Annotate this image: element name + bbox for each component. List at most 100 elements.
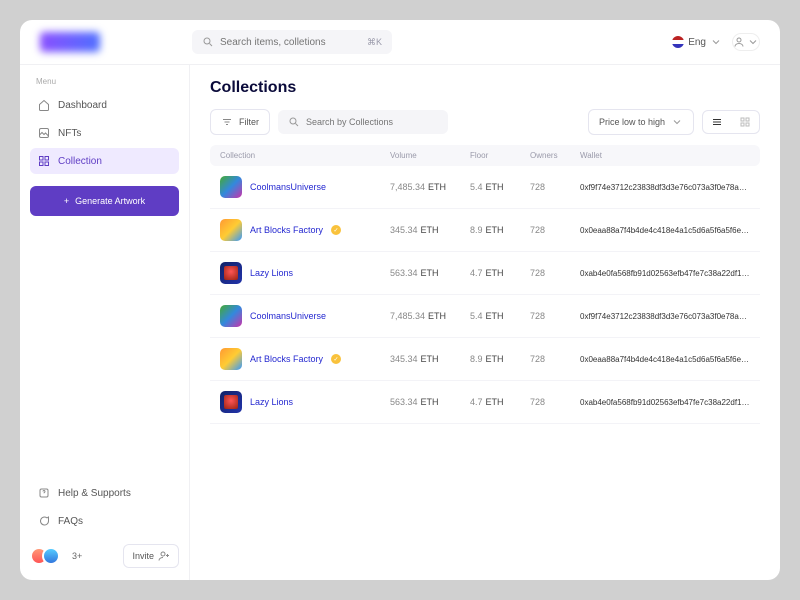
sidebar-item-collection[interactable]: Collection bbox=[30, 148, 179, 174]
table-row[interactable]: Lazy Lions 563.34ETH 4.7ETH 728 0xab4e0f… bbox=[210, 252, 760, 295]
grid-icon bbox=[38, 155, 50, 167]
sidebar-item-nfts[interactable]: NFTs bbox=[30, 120, 179, 146]
collections-table: Collection Volume Floor Owners Wallet Co… bbox=[210, 145, 760, 424]
collection-thumb bbox=[220, 176, 242, 198]
floor-cell: 8.9ETH bbox=[470, 354, 530, 364]
col-floor: Floor bbox=[470, 151, 530, 160]
wallet-cell: 0x0eaa88a7f4b4de4c418e4a1c5d6a5f6a5f6e5b… bbox=[580, 355, 750, 364]
flag-icon bbox=[672, 36, 684, 48]
list-view-button[interactable] bbox=[703, 111, 731, 133]
volume-cell: 345.34ETH bbox=[390, 225, 470, 235]
col-collection: Collection bbox=[220, 151, 390, 160]
collection-cell: CoolmansUniverse bbox=[220, 305, 390, 327]
global-search-input[interactable] bbox=[220, 37, 361, 48]
collection-name[interactable]: CoolmansUniverse bbox=[250, 311, 326, 321]
plus-icon: + bbox=[64, 196, 69, 206]
chevron-down-icon bbox=[710, 36, 722, 48]
page-title: Collections bbox=[210, 79, 760, 97]
floor-cell: 5.4ETH bbox=[470, 182, 530, 192]
home-icon bbox=[38, 99, 50, 111]
chat-icon bbox=[38, 515, 50, 527]
wallet-cell: 0xab4e0fa568fb91d02563efb47fe7c38a22df15… bbox=[580, 269, 750, 278]
table-row[interactable]: Art Blocks Factory ✓ 345.34ETH 8.9ETH 72… bbox=[210, 209, 760, 252]
volume-cell: 345.34ETH bbox=[390, 354, 470, 364]
collection-name[interactable]: Lazy Lions bbox=[250, 268, 293, 278]
search-shortcut: ⌘K bbox=[367, 37, 382, 48]
table-row[interactable]: Art Blocks Factory ✓ 345.34ETH 8.9ETH 72… bbox=[210, 338, 760, 381]
collection-cell: Art Blocks Factory ✓ bbox=[220, 348, 390, 370]
invite-button[interactable]: Invite bbox=[123, 544, 179, 568]
wallet-cell: 0xf9f74e3712c23838df3d3e76c073a3f0e78ad0… bbox=[580, 183, 750, 192]
col-owners: Owners bbox=[530, 151, 580, 160]
volume-cell: 563.34ETH bbox=[390, 397, 470, 407]
table-row[interactable]: CoolmansUniverse 7,485.34ETH 5.4ETH 728 … bbox=[210, 166, 760, 209]
collection-cell: Art Blocks Factory ✓ bbox=[220, 219, 390, 241]
collection-thumb bbox=[220, 305, 242, 327]
verified-badge-icon: ✓ bbox=[331, 354, 341, 364]
collection-name[interactable]: Art Blocks Factory bbox=[250, 354, 323, 364]
collection-thumb bbox=[220, 262, 242, 284]
grid-view-button[interactable] bbox=[731, 111, 759, 133]
filter-icon bbox=[221, 116, 233, 128]
wallet-cell: 0x0eaa88a7f4b4de4c418e4a1c5d6a5f6a5f6e5b… bbox=[580, 226, 750, 235]
topbar-right: Eng bbox=[672, 33, 760, 51]
sidebar-item-label: Collection bbox=[58, 156, 102, 167]
search-icon bbox=[288, 116, 300, 128]
collection-thumb bbox=[220, 219, 242, 241]
collections-search-input[interactable] bbox=[306, 117, 438, 127]
table-row[interactable]: CoolmansUniverse 7,485.34ETH 5.4ETH 728 … bbox=[210, 295, 760, 338]
grid-icon bbox=[739, 116, 751, 128]
sidebar-item-label: NFTs bbox=[58, 128, 81, 139]
chevron-down-icon bbox=[671, 116, 683, 128]
floor-cell: 8.9ETH bbox=[470, 225, 530, 235]
list-icon bbox=[711, 116, 723, 128]
logo bbox=[40, 32, 100, 52]
app-window: ⌘K Eng Menu Dashboard NFTs bbox=[20, 20, 780, 580]
generate-artwork-button[interactable]: + Generate Artwork bbox=[30, 186, 179, 216]
filter-button[interactable]: Filter bbox=[210, 109, 270, 135]
verified-badge-icon: ✓ bbox=[331, 225, 341, 235]
image-icon bbox=[38, 127, 50, 139]
floor-cell: 4.7ETH bbox=[470, 268, 530, 278]
sort-button[interactable]: Price low to high bbox=[588, 109, 694, 135]
sort-label: Price low to high bbox=[599, 117, 665, 127]
avatar bbox=[42, 547, 60, 565]
collection-name[interactable]: CoolmansUniverse bbox=[250, 182, 326, 192]
invite-row: 3+ Invite bbox=[30, 544, 179, 568]
view-toggle bbox=[702, 110, 760, 134]
collection-thumb bbox=[220, 391, 242, 413]
sidebar-item-label: Dashboard bbox=[58, 100, 107, 111]
collection-name[interactable]: Lazy Lions bbox=[250, 397, 293, 407]
body: Menu Dashboard NFTs Collection + Generat… bbox=[20, 65, 780, 580]
collection-cell: Lazy Lions bbox=[220, 262, 390, 284]
collection-name[interactable]: Art Blocks Factory bbox=[250, 225, 323, 235]
sidebar-item-faqs[interactable]: FAQs bbox=[30, 508, 179, 534]
avatar-count: 3+ bbox=[72, 551, 82, 561]
sidebar-bottom: Help & Supports FAQs 3+ Invite bbox=[30, 480, 179, 568]
owners-cell: 728 bbox=[530, 354, 580, 364]
floor-cell: 5.4ETH bbox=[470, 311, 530, 321]
owners-cell: 728 bbox=[530, 268, 580, 278]
sidebar-item-help[interactable]: Help & Supports bbox=[30, 480, 179, 506]
collection-cell: Lazy Lions bbox=[220, 391, 390, 413]
wallet-cell: 0xf9f74e3712c23838df3d3e76c073a3f0e78ad0… bbox=[580, 312, 750, 321]
filter-label: Filter bbox=[239, 117, 259, 127]
volume-cell: 7,485.34ETH bbox=[390, 182, 470, 192]
invite-label: Invite bbox=[132, 551, 154, 561]
search-icon bbox=[202, 36, 214, 48]
sidebar-item-label: Help & Supports bbox=[58, 488, 131, 499]
table-row[interactable]: Lazy Lions 563.34ETH 4.7ETH 728 0xab4e0f… bbox=[210, 381, 760, 424]
global-search[interactable]: ⌘K bbox=[192, 30, 392, 54]
wallet-cell: 0xab4e0fa568fb91d02563efb47fe7c38a22df15… bbox=[580, 398, 750, 407]
profile-menu[interactable] bbox=[732, 33, 760, 51]
collections-search[interactable] bbox=[278, 110, 448, 134]
col-wallet: Wallet bbox=[580, 151, 750, 160]
sidebar-item-dashboard[interactable]: Dashboard bbox=[30, 92, 179, 118]
cta-label: Generate Artwork bbox=[75, 196, 145, 206]
user-icon bbox=[733, 36, 745, 48]
avatar-stack bbox=[30, 547, 60, 565]
floor-cell: 4.7ETH bbox=[470, 397, 530, 407]
sidebar-item-label: FAQs bbox=[58, 516, 83, 527]
language-selector[interactable]: Eng bbox=[672, 36, 722, 48]
topbar: ⌘K Eng bbox=[20, 20, 780, 65]
